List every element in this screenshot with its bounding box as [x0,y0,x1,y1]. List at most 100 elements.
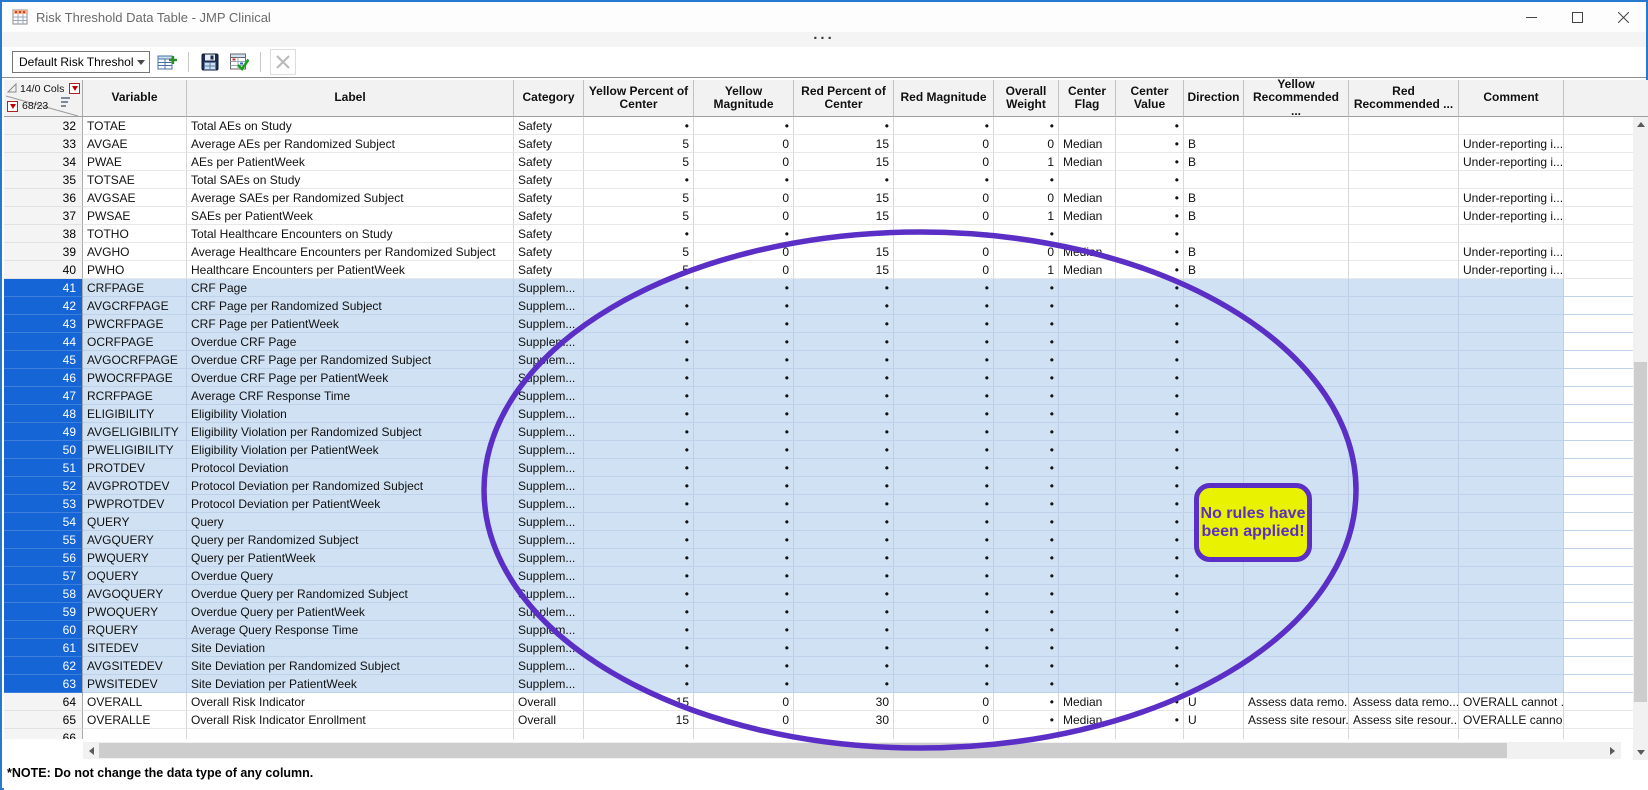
cell-comment[interactable] [1459,549,1564,567]
cell-overall_weight[interactable]: • [994,423,1059,441]
cell-label[interactable]: Eligibility Violation per PatientWeek [187,441,514,459]
cell-yellow_pct[interactable]: 5 [584,243,694,261]
cell-yellow_pct[interactable]: 5 [584,207,694,225]
cell-center_value[interactable]: • [1116,135,1184,153]
cell-red_rec[interactable] [1349,549,1459,567]
cell-red_rec[interactable] [1349,531,1459,549]
cell-yellow_rec[interactable] [1244,207,1349,225]
cell-red_mag[interactable]: • [894,171,994,189]
cell-center_flag[interactable] [1059,459,1116,477]
row-number-cell[interactable]: 50 [4,441,83,459]
column-header-variable[interactable]: Variable [83,80,187,117]
cell-label[interactable]: Overall Risk Indicator Enrollment [187,711,514,729]
cell-category[interactable]: Supplem... [514,441,584,459]
cell-comment[interactable] [1459,477,1564,495]
cell-yellow_mag[interactable]: • [694,675,794,693]
cell-yellow_rec[interactable] [1244,387,1349,405]
cell-center_flag[interactable]: Median [1059,135,1116,153]
cell-red_rec[interactable] [1349,675,1459,693]
cell-comment[interactable] [1459,225,1564,243]
cell-red_mag[interactable]: • [894,675,994,693]
cell-category[interactable]: Supplem... [514,549,584,567]
cell-variable[interactable]: PWOCRFPAGE [83,369,187,387]
cell-yellow_rec[interactable] [1244,549,1349,567]
cell-comment[interactable]: OVERALL cannot ... [1459,693,1564,711]
cell-direction[interactable] [1184,729,1244,739]
cell-red_pct[interactable]: • [794,531,894,549]
column-header-category[interactable]: Category [514,80,584,117]
cell-yellow_mag[interactable]: • [694,423,794,441]
cell-label[interactable]: Total AEs on Study [187,117,514,135]
cell-category[interactable]: Supplem... [514,657,584,675]
cell-red_rec[interactable] [1349,117,1459,135]
cell-center_flag[interactable] [1059,621,1116,639]
cell-direction[interactable] [1184,621,1244,639]
cell-center_flag[interactable] [1059,639,1116,657]
cell-label[interactable]: Average CRF Response Time [187,387,514,405]
cell-center_flag[interactable] [1059,729,1116,739]
row-number-cell[interactable]: 65 [4,711,83,729]
cell-red_mag[interactable]: • [894,585,994,603]
cell-direction[interactable] [1184,279,1244,297]
row-number-cell[interactable]: 40 [4,261,83,279]
cell-variable[interactable]: CRFPAGE [83,279,187,297]
cell-overall_weight[interactable]: • [994,315,1059,333]
cell-variable[interactable]: PWSITEDEV [83,675,187,693]
cell-label[interactable]: AEs per PatientWeek [187,153,514,171]
cell-red_mag[interactable]: • [894,567,994,585]
cell-overall_weight[interactable]: • [994,477,1059,495]
cell-label[interactable]: Total Healthcare Encounters on Study [187,225,514,243]
cell-center_flag[interactable] [1059,171,1116,189]
cell-red_rec[interactable] [1349,261,1459,279]
cell-center_flag[interactable] [1059,585,1116,603]
cell-red_rec[interactable] [1349,369,1459,387]
cell-center_value[interactable]: • [1116,495,1184,513]
cell-category[interactable]: Safety [514,171,584,189]
cell-category[interactable]: Supplem... [514,423,584,441]
cell-overall_weight[interactable]: • [994,603,1059,621]
cell-label[interactable]: Overdue CRF Page per Randomized Subject [187,351,514,369]
cell-center_flag[interactable]: Median [1059,693,1116,711]
cell-red_mag[interactable]: • [894,513,994,531]
cell-center_flag[interactable] [1059,315,1116,333]
cell-red_rec[interactable] [1349,279,1459,297]
cell-center_value[interactable]: • [1116,261,1184,279]
cell-red_pct[interactable]: • [794,225,894,243]
cell-comment[interactable]: Under-reporting i... [1459,189,1564,207]
cell-red_pct[interactable]: • [794,117,894,135]
cell-category[interactable]: Supplem... [514,315,584,333]
cell-red_pct[interactable]: 15 [794,135,894,153]
cell-yellow_pct[interactable]: • [584,513,694,531]
cell-yellow_pct[interactable]: • [584,603,694,621]
cell-direction[interactable] [1184,567,1244,585]
cell-center_value[interactable]: • [1116,675,1184,693]
cell-center_flag[interactable]: Median [1059,189,1116,207]
row-number-cell[interactable]: 48 [4,405,83,423]
cell-variable[interactable]: PWSAE [83,207,187,225]
minimize-button[interactable] [1508,3,1554,32]
cell-category[interactable]: Safety [514,243,584,261]
cell-red_rec[interactable] [1349,225,1459,243]
row-number-cell[interactable]: 62 [4,657,83,675]
cell-red_mag[interactable]: • [894,225,994,243]
cell-overall_weight[interactable]: • [994,711,1059,729]
cell-red_rec[interactable] [1349,135,1459,153]
cell-red_rec[interactable] [1349,657,1459,675]
cell-red_pct[interactable]: • [794,369,894,387]
cell-red_mag[interactable]: 0 [894,693,994,711]
cell-yellow_pct[interactable]: • [584,297,694,315]
cell-category[interactable]: Overall [514,711,584,729]
cell-red_rec[interactable] [1349,603,1459,621]
close-button[interactable] [1600,3,1646,32]
cell-center_value[interactable]: • [1116,639,1184,657]
horizontal-scrollbar-thumb[interactable] [99,743,1507,758]
cell-category[interactable]: Safety [514,189,584,207]
cell-yellow_pct[interactable]: 5 [584,135,694,153]
risk-threshold-select[interactable]: Default Risk Threshold [12,51,150,73]
cell-direction[interactable] [1184,405,1244,423]
cell-variable[interactable]: OQUERY [83,567,187,585]
cell-yellow_pct[interactable] [584,729,694,739]
row-number-cell[interactable]: 32 [4,117,83,135]
cell-red_rec[interactable] [1349,405,1459,423]
cell-center_value[interactable]: • [1116,243,1184,261]
